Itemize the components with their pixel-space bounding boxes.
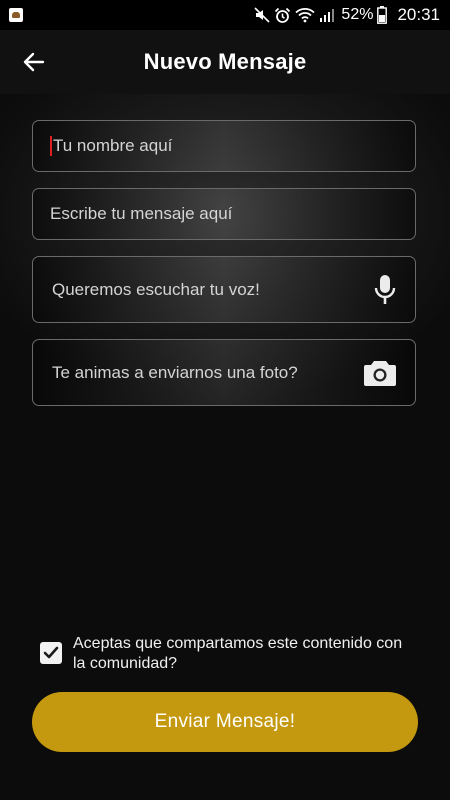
signal-icon (320, 9, 335, 22)
camera-icon (364, 360, 396, 386)
consent-checkbox[interactable] (40, 642, 62, 664)
microphone-button[interactable] (373, 274, 397, 306)
message-field[interactable] (32, 188, 416, 240)
name-field[interactable] (32, 120, 416, 172)
name-input[interactable] (53, 136, 353, 156)
camera-button[interactable] (363, 359, 397, 387)
status-time: 20:31 (397, 5, 440, 24)
text-cursor (50, 136, 52, 156)
voice-message-label: Queremos escuchar tu voz! (52, 279, 260, 299)
microphone-icon (374, 274, 396, 304)
consent-row: Aceptas que compartamos este contenido c… (40, 634, 420, 674)
mute-icon (254, 7, 270, 23)
battery-percent: 52% (341, 6, 374, 23)
consent-label: Aceptas que compartamos este contenido c… (73, 635, 403, 672)
photo-field[interactable]: Te animas a enviarnos una foto? (32, 339, 416, 406)
arrow-left-icon (23, 52, 45, 72)
form-content: Queremos escuchar tu voz! Te animas a en… (0, 94, 450, 800)
alarm-icon (275, 7, 291, 23)
battery-icon (377, 6, 388, 24)
message-input[interactable] (50, 204, 350, 224)
send-message-button[interactable]: Enviar Mensaje! (32, 692, 418, 752)
page-title: Nuevo Mensaje (143, 49, 307, 74)
app-notification-icon (9, 8, 23, 22)
status-bar: 52% 20:31 (0, 0, 450, 30)
photo-label: Te animas a enviarnos una foto? (52, 362, 298, 382)
back-button[interactable] (14, 44, 54, 80)
app-bar: Nuevo Mensaje (0, 30, 450, 94)
screen: 52% 20:31 Nuevo Mensaje Queremos esc (0, 0, 450, 800)
voice-message-field[interactable]: Queremos escuchar tu voz! (32, 256, 416, 323)
checkmark-icon (43, 646, 59, 659)
status-indicators: 52% 20:31 (254, 0, 440, 30)
wifi-icon (295, 8, 316, 23)
